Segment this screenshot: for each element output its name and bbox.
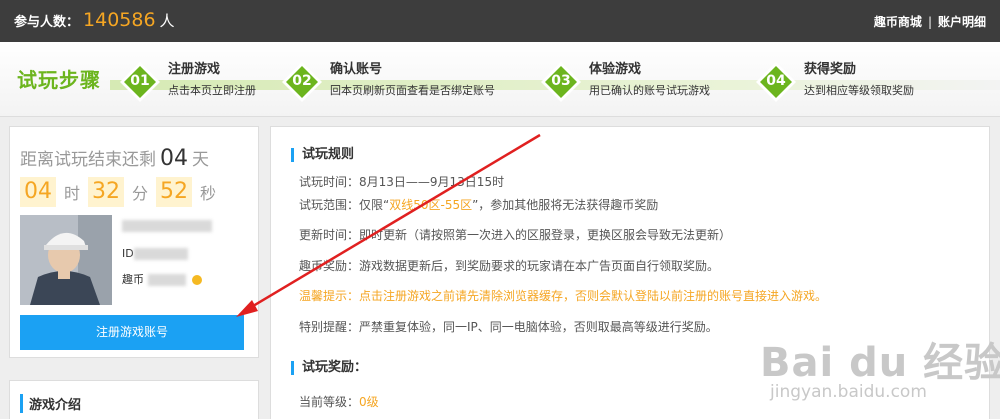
top-bar: 参与人数： 140586 人 趣币商城 | 账户明细 <box>0 0 1000 42</box>
step-number-badge: 04 <box>756 62 796 102</box>
steps-bar: 试玩步骤 01 注册游戏 点击本页立即注册 02 确认账号 回本页刷新页面查看是… <box>0 42 1000 117</box>
rule-range-highlight: 双线50区-55区 <box>389 198 473 212</box>
game-intro-panel: 游戏介绍 <box>9 380 259 419</box>
step-title: 获得奖励 <box>804 62 857 77</box>
step-number-badge: 02 <box>282 62 322 102</box>
countdown-panel: 距离试玩结束还剩 04 天 04 时 32 分 52 秒 ID 趣币 注册游戏账号 <box>9 126 259 358</box>
rule-range: 试玩范围：仅限“双线50区-55区”，参加其他服将无法获得趣币奖励 <box>299 198 659 212</box>
reward-level: 当前等级：0级 <box>299 395 379 409</box>
countdown-days-label: 天 <box>192 150 209 170</box>
countdown-timer: 04 时 32 分 52 秒 <box>20 177 224 207</box>
top-links: 趣币商城 | 账户明细 <box>874 13 986 30</box>
participants-counter: 参与人数： 140586 人 <box>14 9 175 31</box>
timer-minutes: 32 <box>88 177 125 207</box>
user-coin-row: 趣币 <box>122 271 202 287</box>
step-number-badge: 01 <box>120 62 160 102</box>
rule-reward: 趣币奖励：游戏数据更新后，到奖励要求的玩家请在本广告页面自行领取奖励。 <box>299 259 720 273</box>
participants-label: 参与人数： <box>14 15 80 30</box>
step-desc: 达到相应等级领取奖励 <box>804 84 914 97</box>
step-title: 体验游戏 <box>589 62 642 77</box>
countdown-days: 04 <box>160 146 188 171</box>
rule-warning: 温馨提示：点击注册游戏之前请先清除浏览器缓存，否则会默认登陆以前注册的账号直接进… <box>299 289 828 303</box>
account-details-link[interactable]: 账户明细 <box>938 15 986 29</box>
step-title: 确认账号 <box>330 62 383 77</box>
rules-title: 试玩规则 <box>291 148 354 162</box>
baidu-watermark: Bai du 经验 jingyan.baidu.com <box>760 330 1000 410</box>
countdown-prefix: 距离试玩结束还剩 <box>20 150 156 170</box>
username-blurred <box>122 219 212 232</box>
participants-unit: 人 <box>159 12 175 30</box>
countdown-title: 距离试玩结束还剩 04 天 <box>20 145 209 171</box>
register-game-account-button[interactable]: 注册游戏账号 <box>20 315 244 350</box>
step-desc: 回本页刷新页面查看是否绑定账号 <box>330 84 495 97</box>
user-id-row: ID <box>122 247 188 260</box>
watermark-url: jingyan.baidu.com <box>770 382 927 402</box>
timer-hours-label: 时 <box>64 184 81 203</box>
step-number-badge: 03 <box>541 62 581 102</box>
timer-seconds: 52 <box>156 177 193 207</box>
coin-mall-link[interactable]: 趣币商城 <box>874 15 922 29</box>
coin-icon <box>191 275 202 285</box>
rule-update: 更新时间：即时更新（请按照第一次进入的区服登录，更换区服会导致无法更新） <box>299 228 732 242</box>
participants-count: 140586 <box>83 9 156 31</box>
step-title: 注册游戏 <box>168 62 221 77</box>
reward-level-value: 0级 <box>359 395 379 409</box>
link-separator: | <box>927 15 932 29</box>
timer-seconds-label: 秒 <box>200 184 217 203</box>
steps-title: 试玩步骤 <box>17 68 101 92</box>
rewards-title: 试玩奖励： <box>291 361 367 375</box>
timer-hours: 04 <box>20 177 56 207</box>
rule-time: 试玩时间：8月13日——9月13日15时 <box>299 175 505 189</box>
avatar <box>20 215 112 305</box>
game-intro-title: 游戏介绍 <box>20 394 81 413</box>
timer-minutes-label: 分 <box>132 184 149 203</box>
step-desc: 点击本页立即注册 <box>168 84 256 97</box>
step-desc: 用已确认的账号试玩游戏 <box>589 84 710 97</box>
user-id-label: ID <box>122 247 134 260</box>
watermark-logo: Bai du 经验 <box>760 340 1000 386</box>
user-coin-label: 趣币 <box>122 273 144 286</box>
rule-special: 特别提醒：严禁重复体验，同一IP、同一电脑体验，否则取最高等级进行奖励。 <box>299 320 718 334</box>
